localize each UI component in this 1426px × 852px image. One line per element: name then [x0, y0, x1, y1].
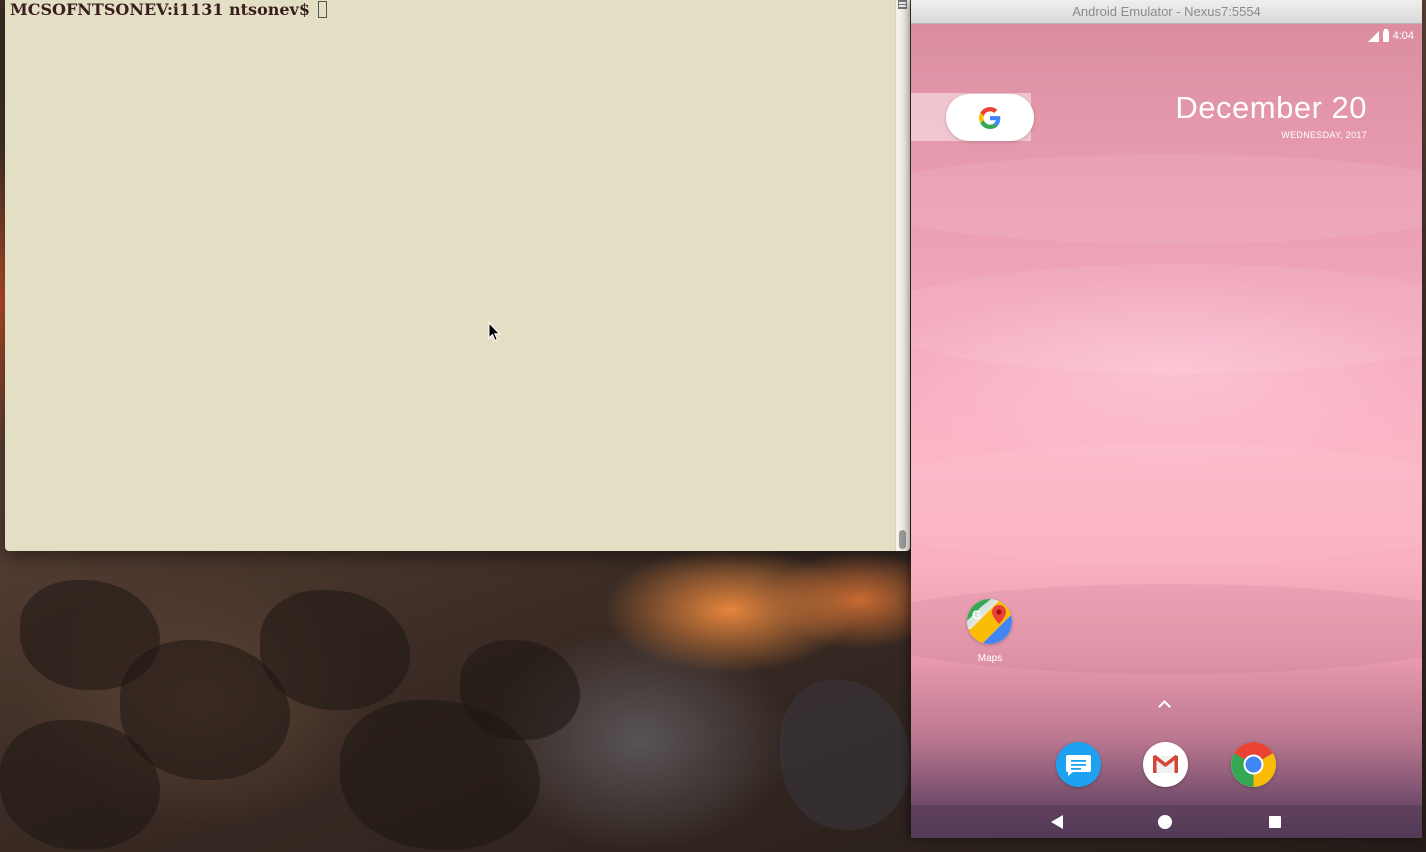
home-icon[interactable]	[1158, 815, 1172, 829]
terminal-scrollbar[interactable]	[895, 0, 910, 551]
messages-icon	[1056, 742, 1101, 787]
terminal-prompt: MCSOFNTSONEV:i1131 ntsonev$	[10, 0, 316, 19]
dock	[911, 721, 1422, 793]
google-search-button[interactable]	[946, 94, 1034, 141]
battery-icon	[1382, 28, 1389, 42]
google-g-icon	[979, 106, 1001, 129]
android-emulator-window[interactable]: Android Emulator - Nexus7:5554 4:04 Dece…	[911, 0, 1422, 838]
terminal-cursor	[317, 1, 327, 18]
navigation-bar	[911, 805, 1422, 838]
android-home-screen[interactable]: 4:04 December 20 WEDNESDAY, 2017 G Maps	[911, 24, 1422, 838]
status-bar: 4:04	[1367, 26, 1414, 46]
split-pane-icon[interactable]	[898, 0, 907, 9]
emulator-title: Android Emulator - Nexus7:5554	[1072, 4, 1261, 19]
svg-text:G: G	[972, 608, 981, 622]
maps-icon: G	[967, 599, 1012, 644]
gmail-app-shortcut[interactable]	[1143, 742, 1188, 787]
mouse-pointer-icon	[488, 321, 501, 342]
terminal-window[interactable]: MCSOFNTSONEV:i1131 ntsonev$	[5, 0, 910, 551]
maps-label: Maps	[977, 653, 1003, 664]
terminal-prompt-line[interactable]: MCSOFNTSONEV:i1131 ntsonev$	[10, 0, 327, 20]
app-drawer-chevron-icon[interactable]	[1158, 700, 1171, 713]
back-icon[interactable]	[1051, 815, 1063, 829]
gmail-icon	[1143, 742, 1188, 787]
scroll-thumb[interactable]	[899, 530, 906, 549]
emulator-titlebar[interactable]: Android Emulator - Nexus7:5554	[911, 0, 1422, 24]
chrome-app-shortcut[interactable]	[1231, 742, 1276, 787]
messages-app-shortcut[interactable]	[1056, 742, 1101, 787]
signal-icon	[1367, 30, 1379, 42]
chrome-icon	[1231, 742, 1276, 787]
date-widget[interactable]: December 20 WEDNESDAY, 2017	[1175, 90, 1367, 141]
status-time: 4:04	[1392, 30, 1414, 42]
maps-app-shortcut[interactable]: G Maps	[967, 599, 1013, 664]
recents-icon[interactable]	[1269, 816, 1281, 828]
date-subline: WEDNESDAY, 2017	[1281, 130, 1367, 140]
date-main: December 20	[1175, 90, 1367, 125]
